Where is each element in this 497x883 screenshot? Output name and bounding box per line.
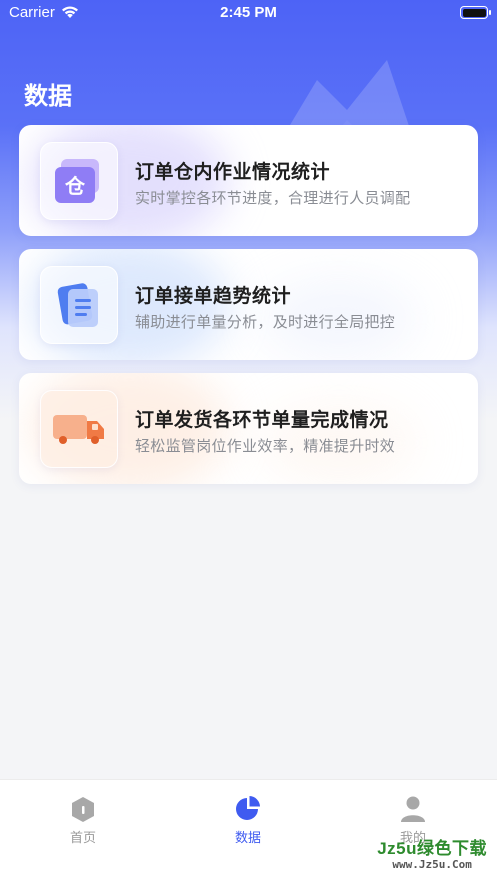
pie-chart-icon [236, 796, 260, 820]
card-title: 订单发货各环节单量完成情况 [135, 410, 389, 431]
card-shipping-stats[interactable]: 订单发货各环节单量完成情况 轻松监管岗位作业效率，精准提升时效 [19, 373, 478, 484]
tab-label: 首页 [69, 830, 96, 845]
status-time: 2:45 PM [220, 4, 277, 21]
page-title: 数据 [24, 83, 72, 110]
card-title: 订单接单趋势统计 [135, 286, 292, 307]
warehouse-icon: 仓 [40, 142, 118, 220]
tab-data[interactable]: 数据 [198, 794, 298, 846]
card-subtitle: 轻松监管岗位作业效率，精准提升时效 [135, 438, 396, 455]
status-bar: Carrier 2:45 PM [0, 0, 497, 28]
watermark: Jz5u绿色下载 www.Jz5u.Com [377, 839, 487, 871]
tab-label: 数据 [234, 830, 261, 845]
svg-text:仓: 仓 [64, 174, 86, 198]
home-icon [72, 797, 94, 822]
watermark-sub: www.Jz5u.Com [392, 857, 472, 871]
data-screen: Carrier 2:45 PM 数据 仓 订单仓内作业情况统计 实时掌控各环节进… [0, 0, 497, 883]
card-order-trend-stats[interactable]: 订单接单趋势统计 辅助进行单量分析，及时进行全局把控 [19, 249, 478, 360]
tab-home[interactable]: 首页 [33, 794, 133, 846]
truck-icon [40, 390, 118, 468]
user-icon [401, 796, 425, 822]
document-icon [40, 266, 118, 344]
battery-icon [460, 6, 491, 19]
card-title: 订单仓内作业情况统计 [135, 162, 331, 183]
card-warehouse-stats[interactable]: 仓 订单仓内作业情况统计 实时掌控各环节进度，合理进行人员调配 [19, 125, 478, 236]
card-subtitle: 实时掌控各环节进度，合理进行人员调配 [135, 190, 411, 207]
watermark-main: Jz5u绿色下载 [377, 839, 487, 858]
card-subtitle: 辅助进行单量分析，及时进行全局把控 [135, 314, 396, 331]
